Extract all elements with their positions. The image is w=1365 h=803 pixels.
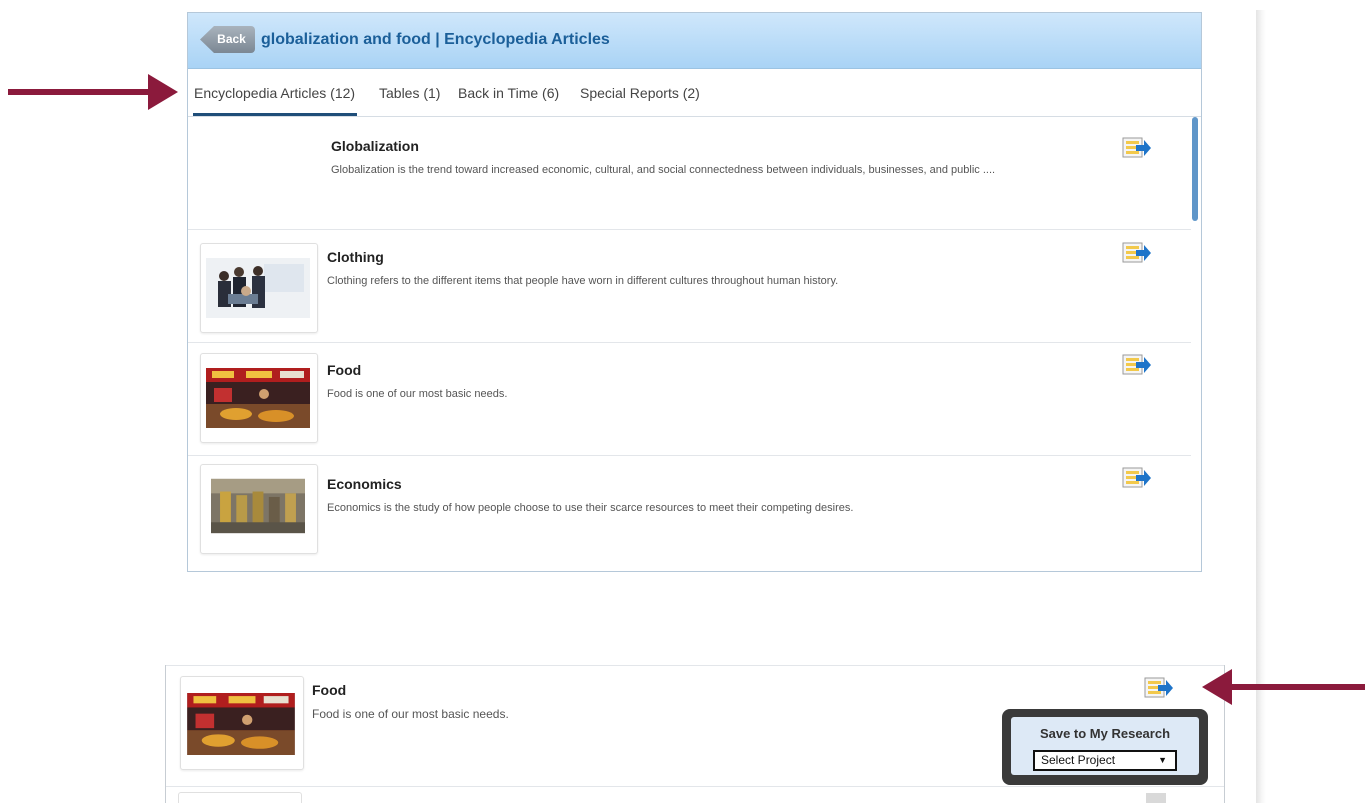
article-title[interactable]: Food [327, 362, 361, 378]
scrollbar-thumb[interactable] [1192, 117, 1198, 221]
food-market-photo [206, 368, 310, 428]
article-thumbnail[interactable] [180, 676, 304, 770]
save-to-research-icon[interactable] [1144, 676, 1174, 700]
article-description: Clothing refers to the different items t… [327, 275, 839, 287]
select-value: Select Project [1041, 753, 1116, 767]
next-thumbnail-partial [178, 792, 302, 803]
tab-special-reports[interactable]: Special Reports (2) [580, 85, 700, 101]
project-select[interactable]: Select Project ▼ [1033, 750, 1177, 771]
save-to-research-icon[interactable] [1122, 241, 1152, 265]
save-to-research-popup: Save to My Research Select Project ▼ [1002, 709, 1208, 785]
article-description: Food is one of our most basic needs. [327, 388, 508, 400]
list-item[interactable]: Clothing Clothing refers to the differen… [188, 230, 1191, 343]
list-item[interactable]: Food Food is one of our most basic needs… [166, 665, 1224, 787]
article-thumbnail[interactable] [200, 464, 318, 554]
article-thumbnail[interactable] [200, 353, 318, 443]
annotation-arrow-left-icon [1202, 669, 1365, 705]
article-title[interactable]: Economics [327, 476, 402, 492]
article-title[interactable]: Globalization [331, 138, 419, 154]
back-button[interactable]: Back [200, 26, 255, 53]
popup-title: Save to My Research [1039, 726, 1171, 741]
save-to-research-icon-partial [1146, 793, 1166, 803]
panel-header: Back globalization and food | Encycloped… [188, 13, 1201, 69]
annotation-arrow-right-icon [8, 74, 178, 110]
page-title: globalization and food | Encyclopedia Ar… [261, 31, 610, 48]
tab-bar: Encyclopedia Articles (12) Tables (1) Ba… [188, 69, 1201, 117]
article-thumbnail[interactable] [200, 243, 318, 333]
search-results-panel: Back globalization and food | Encycloped… [187, 12, 1202, 572]
save-to-research-icon[interactable] [1122, 136, 1152, 160]
chevron-down-icon: ▼ [1158, 755, 1167, 765]
list-item[interactable]: Food Food is one of our most basic needs… [188, 343, 1191, 456]
article-description: Food is one of our most basic needs. [312, 707, 509, 721]
clothing-photo [206, 258, 310, 318]
popup-body: Save to My Research Select Project ▼ [1011, 717, 1199, 775]
tab-encyclopedia-articles[interactable]: Encyclopedia Articles (12) [192, 85, 358, 116]
tab-tables[interactable]: Tables (1) [379, 85, 440, 101]
save-to-research-icon[interactable] [1122, 466, 1152, 490]
list-item[interactable]: Globalization Globalization is the trend… [188, 117, 1191, 230]
food-market-photo [187, 693, 295, 755]
article-description: Economics is the study of how people cho… [327, 502, 854, 514]
article-title[interactable]: Food [312, 682, 346, 698]
article-description: Globalization is the trend toward increa… [331, 164, 996, 176]
article-title[interactable]: Clothing [327, 249, 384, 265]
save-to-research-icon[interactable] [1122, 353, 1152, 377]
zoomed-detail-view: Food Food is one of our most basic needs… [165, 665, 1225, 803]
list-item[interactable]: Economics Economics is the study of how … [188, 456, 1191, 568]
tab-back-in-time[interactable]: Back in Time (6) [458, 85, 559, 101]
economics-photo [211, 478, 305, 534]
article-list: Globalization Globalization is the trend… [188, 117, 1201, 571]
